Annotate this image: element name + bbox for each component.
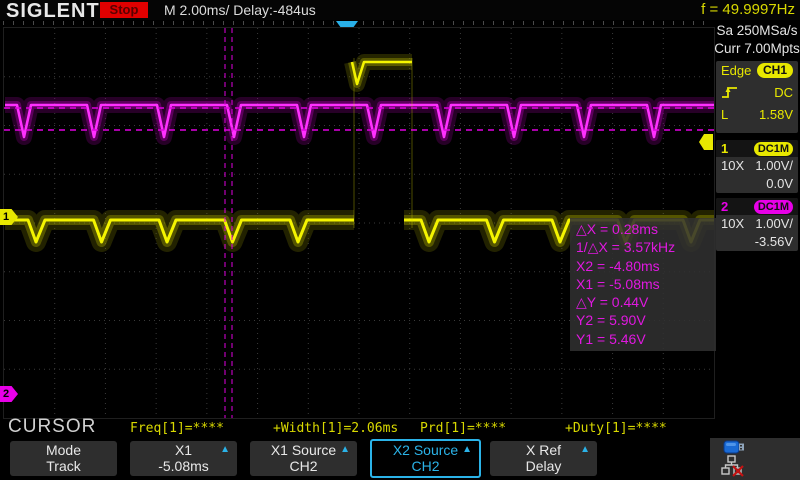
cursor-x2: X2 = -4.80ms [576,257,716,275]
trigger-coupling: DC [774,85,793,100]
ch1-offset: 0.0V [716,175,798,193]
oscilloscope-screen: SIGLENT Stop M 2.00ms/ Delay:-484us f = … [0,0,800,480]
meas-duty: +Duty[1]=**** [565,421,667,436]
ch1-number: 1 [721,141,728,156]
chevron-up-icon: ▲ [462,444,472,455]
cursor-inv-dx: 1/△X = 3.57kHz [576,238,716,256]
meas-freq: Freq[1]=**** [130,421,224,436]
trigger-position-ruler [3,21,713,25]
chevron-up-icon: ▲ [340,444,350,455]
ch2-panel[interactable]: 2 DC1M 10X 1.00V/ -3.56V [716,198,798,251]
chevron-up-icon: ▲ [220,444,230,455]
trigger-type: Edge [721,63,751,78]
cursor-mode-title: CURSOR [8,416,96,438]
cursor-x1: X1 = -5.08ms [576,275,716,293]
meas-period: Prd[1]=**** [420,421,506,436]
run-state-badge[interactable]: Stop [100,2,148,18]
menu-button-x2-source[interactable]: ▲ X2 Source CH2 [370,439,481,478]
cursor-dy: △Y = 0.44V [576,293,716,311]
ch1-scale: 1.00V/ [755,157,793,175]
cursor-y2: Y2 = 5.90V [576,311,716,329]
ch1-panel[interactable]: 1 DC1M 10X 1.00V/ 0.0V [716,140,798,193]
meas-pwidth: +Width[1]=2.06ms [273,421,398,436]
trigger-level-value: 1.58V [759,107,793,122]
ch2-probe: 10X [721,215,744,233]
menu-button-x1[interactable]: ▲ X1 -5.08ms [130,441,237,476]
sample-rate: Sa 250MSa/s [714,23,800,38]
ch2-offset: -3.56V [716,233,798,251]
ch1-probe: 10X [721,157,744,175]
ch2-coupling-badge: DC1M [754,200,793,214]
chevron-up-icon: ▲ [580,444,590,455]
softkey-menu-bar: Mode Track ▲ X1 -5.08ms ▲ X1 Source CH2 … [0,438,800,480]
memory-depth: Curr 7.00Mpts [714,41,800,56]
siglent-logo: SIGLENT [6,0,100,23]
cursor-readout-box: △X = 0.28ms 1/△X = 3.57kHz X2 = -4.80ms … [570,218,716,351]
trigger-source-badge: CH1 [757,63,793,78]
menu-button-mode[interactable]: Mode Track [10,441,117,476]
cursor-dx: △X = 0.28ms [576,220,716,238]
ch1-coupling-badge: DC1M [754,142,793,156]
header-bar: SIGLENT Stop M 2.00ms/ Delay:-484us f = … [0,0,800,20]
usb-drive-icon [723,440,747,454]
ch2-number: 2 [721,199,728,214]
timebase-readout: M 2.00ms/ Delay:-484us [164,2,316,18]
trigger-level-label: L [721,107,728,122]
trigger-panel[interactable]: Edge CH1 DC L 1.58V [716,61,798,133]
ch2-scale: 1.00V/ [755,215,793,233]
menu-button-x-ref[interactable]: ▲ X Ref Delay [490,441,597,476]
io-status-panel [710,438,800,480]
frequency-counter: f = 49.9997Hz [701,1,795,18]
rising-edge-icon [721,84,739,100]
cursor-y1: Y1 = 5.46V [576,330,716,348]
lan-disconnected-icon [721,455,747,477]
menu-button-x1-source[interactable]: ▲ X1 Source CH2 [250,441,357,476]
